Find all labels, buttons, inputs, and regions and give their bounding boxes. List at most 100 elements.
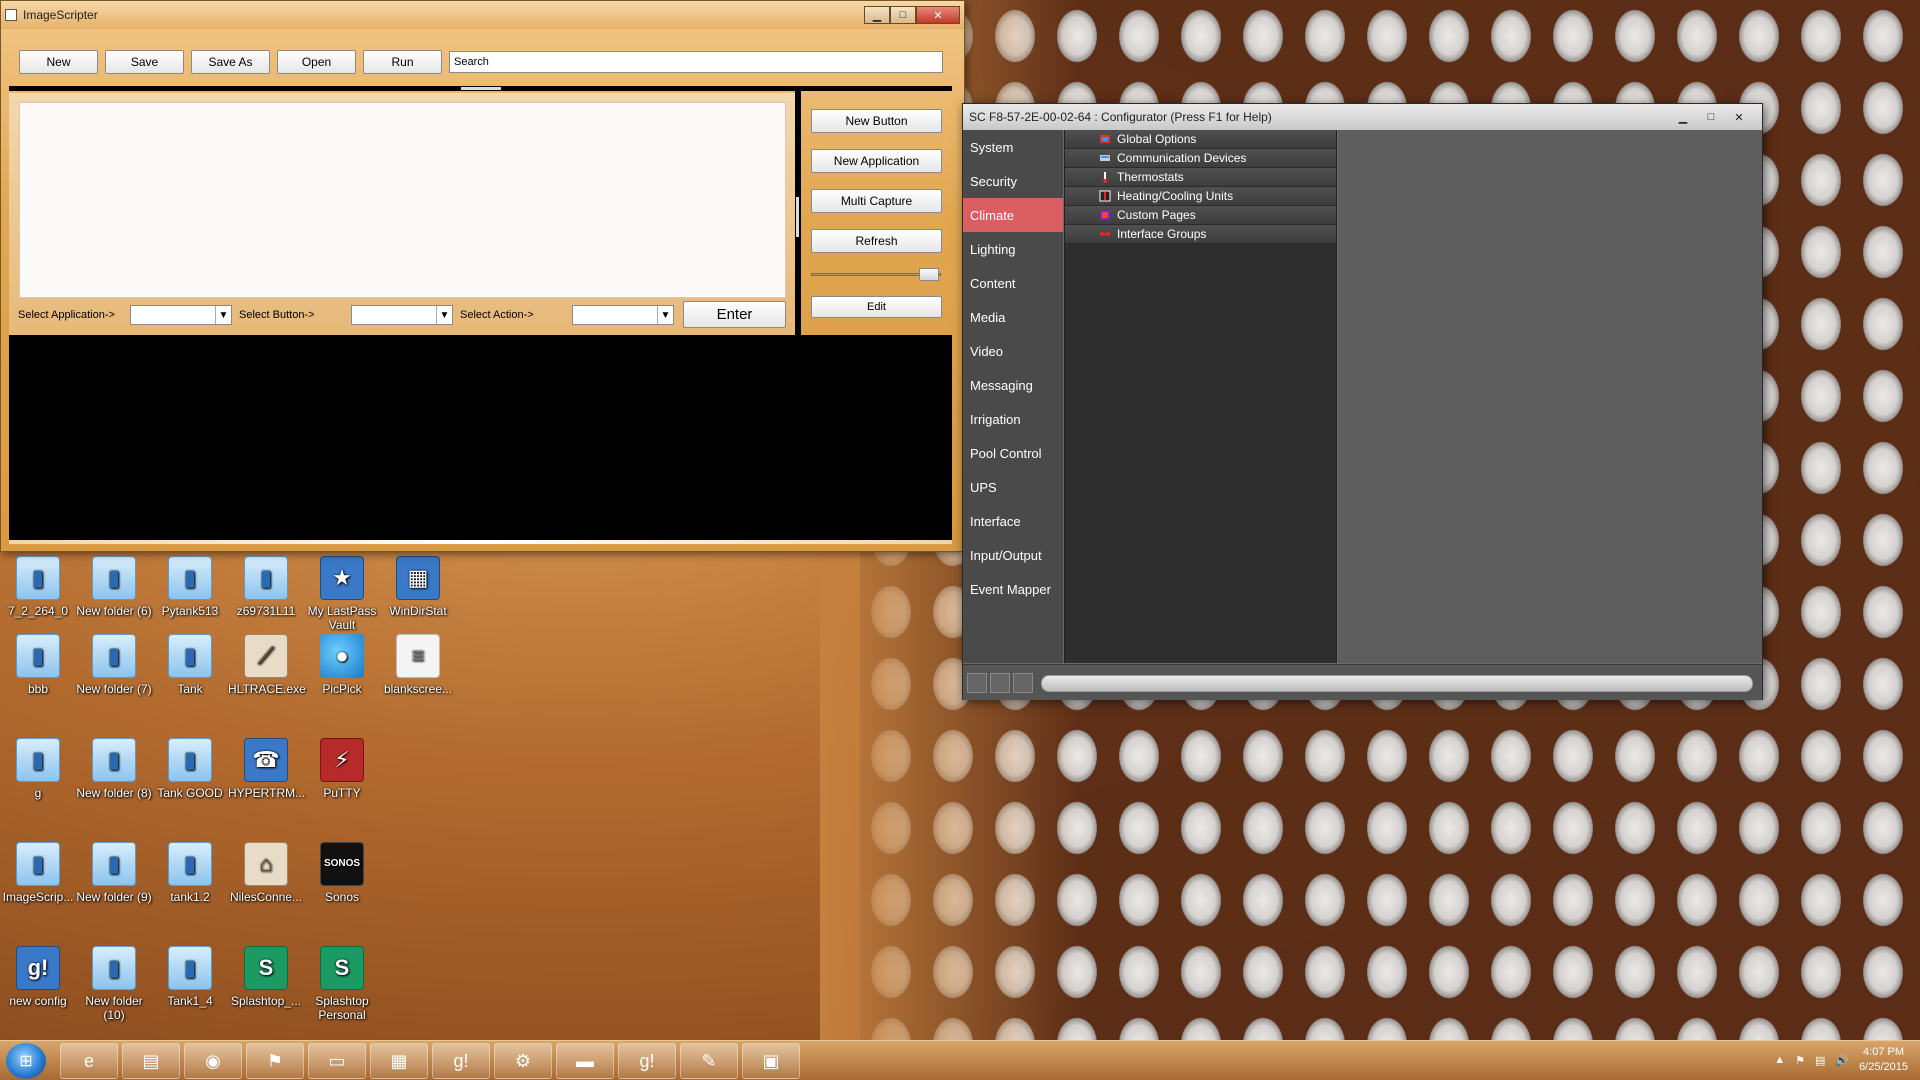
android-studio-icon[interactable]: ⚙ [494, 1043, 552, 1079]
configurator-titlebar[interactable]: SC F8-57-2E-00-02-64 : Configurator (Pre… [963, 104, 1762, 130]
nav-item-pool-control[interactable]: Pool Control [963, 436, 1063, 470]
desktop-icon-new-folder-10[interactable]: ▮ New folder (10) [76, 946, 152, 1022]
desktop-icon-new-folder-7[interactable]: ▮ New folder (7) [76, 634, 152, 696]
status-button-2[interactable] [990, 673, 1010, 693]
new-button[interactable]: New [19, 50, 98, 74]
tree-item-thermostats[interactable]: Thermostats [1065, 168, 1336, 187]
desktop-icon-tank[interactable]: ▮ Tank [152, 634, 228, 696]
desktop-icon-label: 7_2_264_0 [7, 604, 69, 618]
desktop-icon-new-folder-6[interactable]: ▮ New folder (6) [76, 556, 152, 618]
search-input[interactable]: Search [449, 51, 943, 73]
explorer-icon[interactable]: ▤ [122, 1043, 180, 1079]
tree-item-heating-cooling-units[interactable]: Heating/Cooling Units [1065, 187, 1336, 206]
desktop-icon-bbb[interactable]: ▮ bbb [0, 634, 76, 696]
nav-item-content[interactable]: Content [963, 266, 1063, 300]
g-app-icon[interactable]: g! [432, 1043, 490, 1079]
nav-item-video[interactable]: Video [963, 334, 1063, 368]
action-center-icon[interactable]: ⚑ [1795, 1054, 1805, 1067]
tree-item-interface-groups[interactable]: Interface Groups [1065, 225, 1336, 244]
acrobat-icon[interactable]: ⚑ [246, 1043, 304, 1079]
save-button[interactable]: Save [105, 50, 184, 74]
nav-item-climate[interactable]: Climate [963, 198, 1063, 232]
close-button[interactable]: ✕ [916, 6, 960, 24]
g-app-icon-2[interactable]: g! [618, 1043, 676, 1079]
desktop-icon-windirstat[interactable]: ▦ WinDirStat [380, 556, 456, 618]
minimize-button[interactable]: ▁ [1670, 109, 1696, 125]
desktop-icon-pytank513[interactable]: ▮ Pytank513 [152, 556, 228, 618]
nav-item-input-output[interactable]: Input/Output [963, 538, 1063, 572]
desktop-icon-new-folder-9[interactable]: ▮ New folder (9) [76, 842, 152, 904]
tree-item-communication-devices[interactable]: Communication Devices [1065, 149, 1336, 168]
select-action-dropdown[interactable]: ▼ [572, 305, 674, 325]
close-button[interactable]: ✕ [1726, 109, 1752, 125]
desktop-icon-label: NilesConne... [229, 890, 303, 904]
desktop-icon-g[interactable]: ▮ g [0, 738, 76, 800]
desktop-icon-splashtop-personal[interactable]: S Splashtop Personal [304, 946, 380, 1022]
desktop-icon-tank1-4[interactable]: ▮ Tank1_4 [152, 946, 228, 1008]
slider-thumb[interactable] [919, 268, 939, 281]
new-button-button[interactable]: New Button [811, 109, 942, 133]
folder-icon: ▮ [244, 556, 288, 600]
desktop-icon-hypertrm[interactable]: ☎ HYPERTRM... [228, 738, 305, 800]
nav-item-interface[interactable]: Interface [963, 504, 1063, 538]
nav-item-system[interactable]: System [963, 130, 1063, 164]
image-canvas[interactable] [19, 102, 786, 298]
enter-button[interactable]: Enter [683, 301, 786, 328]
desktop-icon-blankscreen[interactable]: ≡ blankscree... [380, 634, 456, 696]
desktop-icon-z69731l11[interactable]: ▮ z69731L11 [228, 556, 304, 618]
desktop-icon-splashtop[interactable]: S Splashtop_... [228, 946, 304, 1008]
window-icon[interactable]: ▣ [742, 1043, 800, 1079]
tree-item-global-options[interactable]: Global Options [1065, 130, 1336, 149]
terminal-icon[interactable]: ▬ [556, 1043, 614, 1079]
desktop-icon-tank-good[interactable]: ▮ Tank GOOD [152, 738, 228, 800]
save-as-button[interactable]: Save As [191, 50, 270, 74]
nav-item-lighting[interactable]: Lighting [963, 232, 1063, 266]
new-application-button[interactable]: New Application [811, 149, 942, 173]
desktop-icon-new-config[interactable]: g! new config [0, 946, 76, 1008]
edit-button[interactable]: Edit [811, 296, 942, 318]
desktop-icon-tank1-2[interactable]: ▮ tank1.2 [152, 842, 228, 904]
nav-item-security[interactable]: Security [963, 164, 1063, 198]
minimize-button[interactable]: ▁ [864, 6, 890, 24]
multi-capture-button[interactable]: Multi Capture [811, 189, 942, 213]
nav-item-irrigation[interactable]: Irrigation [963, 402, 1063, 436]
nav-item-ups[interactable]: UPS [963, 470, 1063, 504]
maximize-button[interactable]: □ [1698, 109, 1724, 125]
desktop-icon-imagescripter[interactable]: ▮ ImageScrip... [0, 842, 76, 904]
select-application-dropdown[interactable]: ▼ [130, 305, 232, 325]
status-button-3[interactable] [1013, 673, 1033, 693]
status-button-1[interactable] [967, 673, 987, 693]
tray-expand-icon[interactable]: ▲ [1774, 1054, 1785, 1066]
ie-icon[interactable]: e [60, 1043, 118, 1079]
desktop-icon-putty[interactable]: ⚡ PuTTY [304, 738, 380, 800]
maximize-button[interactable]: □ [890, 6, 916, 24]
notepad-icon[interactable]: ▭ [308, 1043, 366, 1079]
nav-item-event-mapper[interactable]: Event Mapper [963, 572, 1063, 606]
nav-item-messaging[interactable]: Messaging [963, 368, 1063, 402]
clock[interactable]: 4:07 PM 6/25/2015 [1859, 1045, 1908, 1075]
desktop-icon-nilesconnect[interactable]: ⌂ NilesConne... [228, 842, 304, 904]
network-icon[interactable]: ▤ [1815, 1054, 1825, 1067]
desktop-icon-my-lastpass-vault[interactable]: ★ My LastPass Vault [304, 556, 380, 632]
select-button-dropdown[interactable]: ▼ [351, 305, 453, 325]
imagescripter-icon[interactable]: ✎ [680, 1043, 738, 1079]
open-button[interactable]: Open [277, 50, 356, 74]
desktop-icon-7-2-264-0[interactable]: ▮ 7_2_264_0 [0, 556, 76, 618]
volume-icon[interactable]: 🔊 [1835, 1054, 1849, 1067]
nav-item-media[interactable]: Media [963, 300, 1063, 334]
configurator-tree: Global Options Communication Devices The… [1064, 130, 1337, 663]
run-button[interactable]: Run [363, 50, 442, 74]
refresh-button[interactable]: Refresh [811, 229, 942, 253]
desktop-icon-picpick[interactable]: ● PicPick [304, 634, 380, 696]
horizontal-scrollbar[interactable] [1041, 675, 1753, 692]
imagescripter-titlebar[interactable]: ImageScripter ▁ □ ✕ [1, 1, 964, 29]
globe-icon [1100, 135, 1110, 143]
desktop-icon-hltrace[interactable]: ⟋ HLTRACE.exe [228, 634, 306, 696]
chrome-icon[interactable]: ◉ [184, 1043, 242, 1079]
desktop-icon-new-folder-8[interactable]: ▮ New folder (8) [76, 738, 152, 800]
exe-icon: ⟋ [244, 634, 288, 678]
configurator-icon[interactable]: ▦ [370, 1043, 428, 1079]
desktop-icon-sonos[interactable]: SONOS Sonos [304, 842, 380, 904]
start-button[interactable]: ⊞ [6, 1043, 46, 1079]
tree-item-custom-pages[interactable]: Custom Pages [1065, 206, 1336, 225]
